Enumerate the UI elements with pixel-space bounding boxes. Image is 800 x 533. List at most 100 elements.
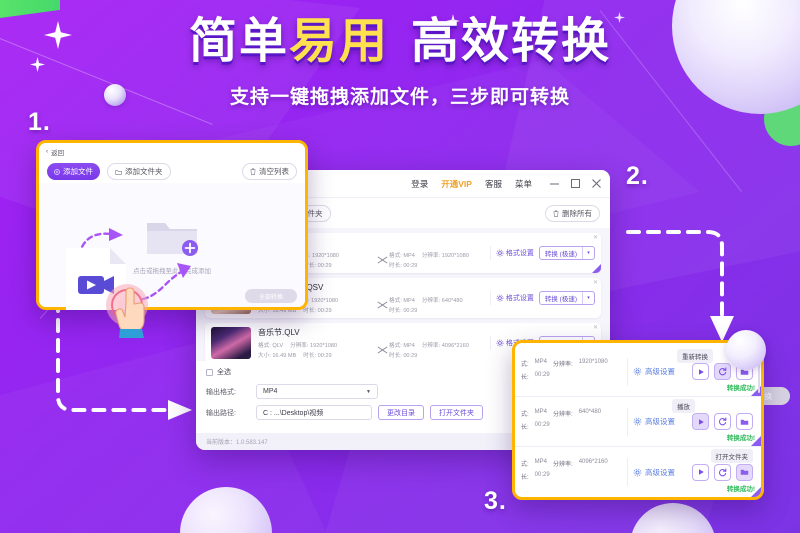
format-settings-label: 格式设置: [505, 295, 534, 302]
vip-button[interactable]: 开通VIP: [441, 178, 472, 190]
convert-button[interactable]: 转换 (极速) ▾: [538, 291, 595, 305]
output-format-select[interactable]: MP4 ▼: [256, 384, 378, 399]
source-size: 16.49 MB: [272, 353, 297, 359]
format-label: 格式:: [389, 298, 402, 304]
swap-icon: [376, 301, 389, 309]
close-icon[interactable]: ✕: [750, 350, 756, 357]
add-toolbar: 添加文件 添加文件夹 清空列表: [39, 160, 305, 183]
source-resolution: 1920*1080: [310, 343, 338, 349]
convert-label: 转换 (极速): [544, 251, 577, 258]
login-button[interactable]: 登录: [411, 178, 428, 190]
select-all-label: 全选: [217, 369, 231, 376]
result-meta: 式: MP4 分辨率: 640*480 长: 00:29: [521, 409, 625, 435]
chevron-down-icon[interactable]: ▾: [582, 292, 594, 304]
flow-arrow-step2-to-step3: [626, 230, 734, 342]
resolution-label: 分辨率:: [421, 253, 441, 259]
menu-button[interactable]: 菜单: [515, 178, 532, 190]
step-number-1: 1.: [28, 108, 51, 136]
clear-list-button[interactable]: 清空列表: [242, 163, 297, 180]
folder-icon[interactable]: [736, 463, 753, 481]
target-format: MP4: [403, 343, 415, 349]
play-icon[interactable]: [692, 463, 709, 481]
conversion-results-window: 重新转换 式: MP4 分辨率: 1920*1080 长: 00:29 高级设置: [512, 340, 764, 500]
result-duration: 00:29: [534, 371, 550, 378]
row-corner-marker: [751, 436, 761, 446]
close-icon[interactable]: ✕: [593, 325, 598, 331]
close-icon[interactable]: ✕: [593, 235, 598, 241]
add-folder-button[interactable]: 添加文件夹: [107, 163, 171, 180]
hand-pointer-icon: [106, 284, 148, 338]
output-path-label: 输出路径:: [206, 409, 236, 417]
folder-icon[interactable]: [736, 363, 753, 380]
duration-label: 长:: [521, 424, 529, 431]
minimize-icon[interactable]: [549, 178, 560, 189]
target-duration: 00:29: [403, 353, 418, 359]
resolution-label: 分辨率:: [553, 411, 573, 418]
clear-list-label: 清空列表: [259, 167, 289, 176]
result-duration: 00:29: [534, 421, 550, 428]
advanced-settings-button[interactable]: 高级设置: [633, 416, 675, 427]
close-icon[interactable]: [591, 178, 602, 189]
target-format: MP4: [403, 298, 415, 304]
decorative-sphere: [180, 487, 272, 533]
resolution-label: 分辨率:: [553, 462, 573, 468]
delete-all-button[interactable]: 删除所有: [545, 204, 600, 222]
resolution-label: 分辨率:: [421, 343, 441, 349]
promo-banner: 简单易用 高效转换 支持一键拖拽添加文件，三步即可转换 1. 2. 3. 登录 开…: [0, 0, 800, 533]
format-settings-button[interactable]: 格式设置: [496, 248, 534, 258]
maximize-icon[interactable]: [570, 178, 581, 189]
close-icon[interactable]: ✕: [593, 280, 598, 286]
trash-icon: [553, 210, 559, 217]
scrollbar[interactable]: [757, 349, 760, 393]
source-format: QLV: [272, 343, 284, 349]
target-duration: 00:29: [403, 263, 418, 269]
swap-icon: [376, 256, 389, 264]
result-row[interactable]: 重新转换 式: MP4 分辨率: 1920*1080 长: 00:29 高级设置: [515, 347, 761, 397]
advanced-settings-label: 高级设置: [645, 417, 675, 426]
advanced-settings-button[interactable]: 高级设置: [633, 366, 675, 377]
window-header: ‹ 返回: [39, 143, 305, 160]
format-label: 格式:: [258, 343, 271, 349]
green-accent-shape: [744, 0, 800, 18]
refresh-icon[interactable]: [714, 363, 731, 380]
chevron-down-icon[interactable]: ▾: [582, 247, 594, 259]
checkbox-box[interactable]: [206, 368, 213, 376]
folder-icon[interactable]: [736, 413, 753, 430]
refresh-icon[interactable]: [714, 413, 731, 430]
resolution-label: 分辨率:: [421, 298, 441, 304]
result-resolution: 4096*2160: [578, 459, 608, 465]
refresh-icon[interactable]: [714, 463, 731, 481]
chevron-left-icon[interactable]: ‹: [46, 148, 48, 155]
delete-all-label: 删除所有: [562, 208, 592, 218]
result-format: MP4: [534, 408, 548, 415]
add-file-label: 添加文件: [63, 167, 93, 176]
convert-label: 转换 (极速): [544, 296, 577, 303]
advanced-settings-button[interactable]: 高级设置: [633, 467, 675, 478]
result-row[interactable]: 打开文件夹 式: MP4 分辨率: 4096*2160 长: 00:29 高级设…: [515, 447, 761, 497]
support-button[interactable]: 客服: [485, 178, 502, 190]
play-icon[interactable]: [692, 363, 709, 380]
divider: [627, 458, 628, 486]
result-row[interactable]: 播放 式: MP4 分辨率: 640*480 长: 00:29 高级设置 转换成…: [515, 397, 761, 447]
step-number-3: 3.: [484, 487, 507, 515]
convert-button[interactable]: 转换 (极速) ▾: [538, 246, 595, 260]
play-icon[interactable]: [692, 413, 709, 430]
divider: [627, 357, 628, 386]
tooltip-open-folder: 打开文件夹: [710, 449, 753, 463]
output-format-value: MP4: [263, 388, 278, 395]
duration-label: 时长:: [389, 308, 402, 314]
title-part-1: 简单: [188, 15, 289, 68]
open-folder-button[interactable]: 打开文件夹: [430, 405, 483, 420]
format-settings-button[interactable]: 格式设置: [496, 293, 534, 303]
back-label[interactable]: 返回: [51, 147, 64, 157]
resolution-label: 分辨率:: [553, 361, 573, 368]
change-directory-button[interactable]: 更改目录: [378, 405, 424, 420]
title-part-3: 高效转换: [411, 15, 612, 68]
output-path-value: C : ...\Desktop\视频: [263, 409, 324, 417]
add-file-button[interactable]: 添加文件: [47, 163, 100, 180]
convert-all-button[interactable]: 全部转换: [245, 289, 297, 303]
target-resolution: 640*480: [441, 298, 463, 304]
output-path-input[interactable]: C : ...\Desktop\视频: [256, 405, 372, 420]
target-resolution: 1920*1080: [441, 253, 469, 259]
duration-label: 长:: [521, 374, 529, 381]
